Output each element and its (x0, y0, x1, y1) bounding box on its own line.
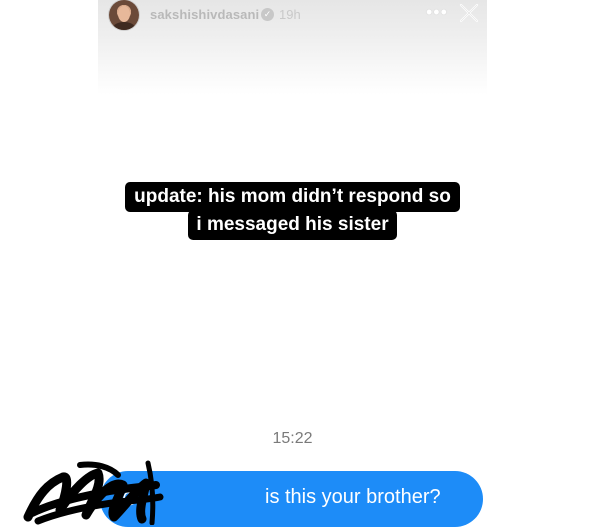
story-time-ago: 19h (279, 7, 301, 22)
verified-badge-icon: ✓ (261, 8, 274, 21)
story-header: sakshishivdasani ✓ 19h ••• (98, 0, 487, 30)
story-frame[interactable]: sakshishivdasani ✓ 19h ••• update: his m… (98, 0, 487, 528)
caption-line-1: update: his mom didn’t respond so (125, 182, 460, 212)
avatar-shoulders (113, 22, 135, 30)
redaction-scribble (23, 460, 164, 525)
avatar[interactable] (109, 0, 139, 30)
close-icon[interactable] (458, 2, 480, 24)
more-options-icon[interactable]: ••• (426, 2, 448, 23)
message-text: is this your brother? (265, 486, 441, 508)
page: sakshishivdasani ✓ 19h ••• update: his m… (0, 0, 600, 528)
caption-line-2: i messaged his sister (188, 210, 397, 240)
avatar-face (118, 6, 130, 22)
username[interactable]: sakshishivdasani (150, 7, 259, 22)
story-caption: update: his mom didn’t respond so i mess… (98, 182, 487, 240)
message-timestamp: 15:22 (272, 430, 313, 447)
